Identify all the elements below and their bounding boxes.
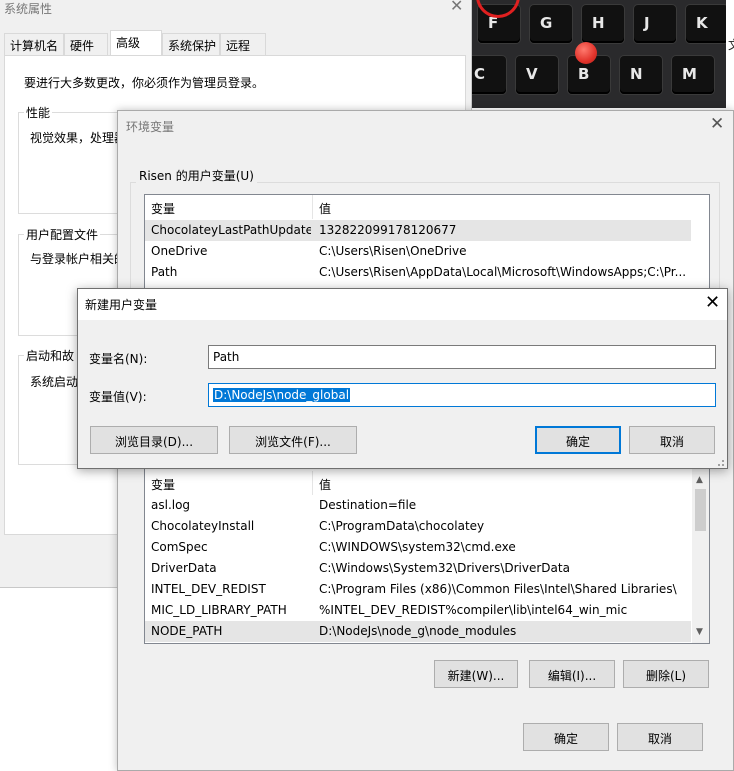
environment-variables-title: 环境变量 xyxy=(126,120,175,134)
table-row[interactable]: OneDrive C:\Users\Risen\OneDrive xyxy=(145,241,691,262)
table-row[interactable]: ComSpec C:\WINDOWS\system32\cmd.exe xyxy=(145,537,691,558)
performance-group-label: 性能 xyxy=(24,104,53,121)
user-variables-header: 变量 值 xyxy=(145,195,709,219)
system-properties-close-icon[interactable]: ✕ xyxy=(450,0,463,15)
key-m: M xyxy=(672,56,714,94)
table-row[interactable]: ChocolateyLastPathUpdate 132822099178120… xyxy=(145,220,691,241)
user-profiles-group-text: 与登录帐户相关的 xyxy=(30,252,118,266)
environment-variables-close-icon[interactable]: ✕ xyxy=(710,114,724,134)
scroll-up-icon[interactable]: ▲ xyxy=(696,475,703,485)
key-n: N xyxy=(620,56,662,94)
variable-name-label: 变量名(N): xyxy=(89,352,148,366)
scroll-down-icon[interactable]: ▼ xyxy=(696,627,703,637)
table-row[interactable]: Path C:\Users\Risen\AppData\Local\Micros… xyxy=(145,262,691,283)
variable-name-value: Path xyxy=(213,350,240,364)
env-cancel-button[interactable]: 取消 xyxy=(617,723,703,751)
variable-value: C:\Users\Risen\AppData\Local\Microsoft\W… xyxy=(319,265,687,279)
new-user-variable-close-icon[interactable]: ✕ xyxy=(705,292,720,313)
variable-name: OneDrive xyxy=(151,244,208,258)
variable-name-field[interactable]: Path xyxy=(208,345,716,369)
variable-value-field[interactable]: D:\NodeJs\node_global xyxy=(208,383,716,407)
new-variable-cancel-button[interactable]: 取消 xyxy=(629,426,715,454)
system-variables-scrollbar[interactable]: ▲ ▼ xyxy=(692,467,709,643)
variable-name: ChocolateyInstall xyxy=(151,519,255,533)
scrollbar-thumb[interactable] xyxy=(695,489,706,531)
user-variables-list[interactable]: 变量 值 ChocolateyLastPathUpdate 1328220991… xyxy=(144,194,710,290)
browse-directory-button[interactable]: 浏览目录(D)... xyxy=(90,426,218,454)
column-header-value[interactable]: 值 xyxy=(313,471,693,495)
new-variable-ok-button[interactable]: 确定 xyxy=(535,426,621,454)
resize-grip-dot xyxy=(722,464,724,466)
table-row[interactable]: INTEL_DEV_REDIST C:\Program Files (x86)\… xyxy=(145,579,691,600)
variable-value: 132822099178120677 xyxy=(319,223,457,237)
variable-name: MIC_LD_LIBRARY_PATH xyxy=(151,603,287,617)
variable-value: C:\WINDOWS\system32\cmd.exe xyxy=(319,540,516,554)
variable-name: DriverData xyxy=(151,561,217,575)
delete-system-variable-button[interactable]: 删除(L) xyxy=(623,660,709,688)
variable-value-selected-text: D:\NodeJs\node_global xyxy=(213,388,351,402)
column-header-variable[interactable]: 变量 xyxy=(145,471,313,495)
new-user-variable-title: 新建用户变量 xyxy=(85,298,158,312)
variable-name: NODE_PATH xyxy=(151,624,223,638)
tab-system-protection[interactable]: 系统保护 xyxy=(162,33,220,55)
tab-hardware[interactable]: 硬件 xyxy=(64,33,108,55)
variable-name: ChocolateyLastPathUpdate xyxy=(151,223,311,237)
tab-remote[interactable]: 远程 xyxy=(220,33,266,55)
variable-value: C:\Users\Risen\OneDrive xyxy=(319,244,467,258)
key-j: J xyxy=(634,5,676,43)
key-v: V xyxy=(516,56,558,94)
browse-file-button[interactable]: 浏览文件(F)... xyxy=(229,426,357,454)
tab-computer-name[interactable]: 计算机名 xyxy=(4,33,64,55)
admin-notice: 要进行大多数更改，你必须作为管理员登录。 xyxy=(24,76,265,90)
variable-value: Destination=file xyxy=(319,498,417,512)
variable-value: C:\Program Files (x86)\Common Files\Inte… xyxy=(319,582,677,596)
performance-group xyxy=(18,112,128,214)
resize-grip-icon[interactable] xyxy=(722,460,724,462)
table-row[interactable]: MIC_LD_LIBRARY_PATH %INTEL_DEV_REDIST%co… xyxy=(145,600,691,621)
variable-value: %INTEL_DEV_REDIST%compiler\lib\intel64_w… xyxy=(319,603,628,617)
variable-value: C:\ProgramData\chocolatey xyxy=(319,519,485,533)
user-variables-label: Risen 的用户变量(U) xyxy=(136,167,257,184)
key-h: H xyxy=(582,5,624,43)
key-g: G xyxy=(530,5,572,43)
key-c: C xyxy=(472,56,506,94)
table-row[interactable]: DriverData C:\Windows\System32\Drivers\D… xyxy=(145,558,691,579)
column-header-variable[interactable]: 变量 xyxy=(145,195,313,219)
user-profiles-group-label: 用户配置文件 xyxy=(24,226,101,243)
table-row[interactable]: ChocolateyInstall C:\ProgramData\chocola… xyxy=(145,516,691,537)
keyboard-photo: F G H J K C V B N M xyxy=(472,0,726,108)
new-system-variable-button[interactable]: 新建(W)... xyxy=(434,660,518,688)
edge-text: 文 xyxy=(728,36,734,53)
key-k: K xyxy=(686,5,726,43)
tab-advanced[interactable]: 高级 xyxy=(110,30,162,56)
variable-value-label: 变量值(V): xyxy=(89,390,147,404)
variable-name: ComSpec xyxy=(151,540,208,554)
new-user-variable-titlebar xyxy=(78,289,727,320)
variable-name: Path xyxy=(151,265,178,279)
system-variables-list[interactable]: 变量 值 asl.log Destination=file Chocolatey… xyxy=(144,466,710,644)
variable-value: C:\Windows\System32\Drivers\DriverData xyxy=(319,561,570,575)
column-header-value[interactable]: 值 xyxy=(313,195,693,219)
edit-system-variable-button[interactable]: 编辑(I)... xyxy=(529,660,615,688)
table-row[interactable]: NODE_PATH D:\NodeJs\node_g\node_modules xyxy=(145,621,691,642)
variable-name: asl.log xyxy=(151,498,191,512)
table-row[interactable]: asl.log Destination=file xyxy=(145,495,691,516)
env-ok-button[interactable]: 确定 xyxy=(523,723,609,751)
system-properties-title: 系统属性 xyxy=(4,2,53,16)
startup-recovery-group-label: 启动和故 xyxy=(24,347,80,364)
performance-group-text: 视觉效果，处理器 xyxy=(30,131,118,145)
variable-name: INTEL_DEV_REDIST xyxy=(151,582,266,596)
trackpoint-icon xyxy=(575,42,597,64)
system-variables-header: 变量 值 xyxy=(145,471,709,495)
resize-grip-dot xyxy=(718,464,720,466)
variable-value: D:\NodeJs\node_g\node_modules xyxy=(319,624,517,638)
